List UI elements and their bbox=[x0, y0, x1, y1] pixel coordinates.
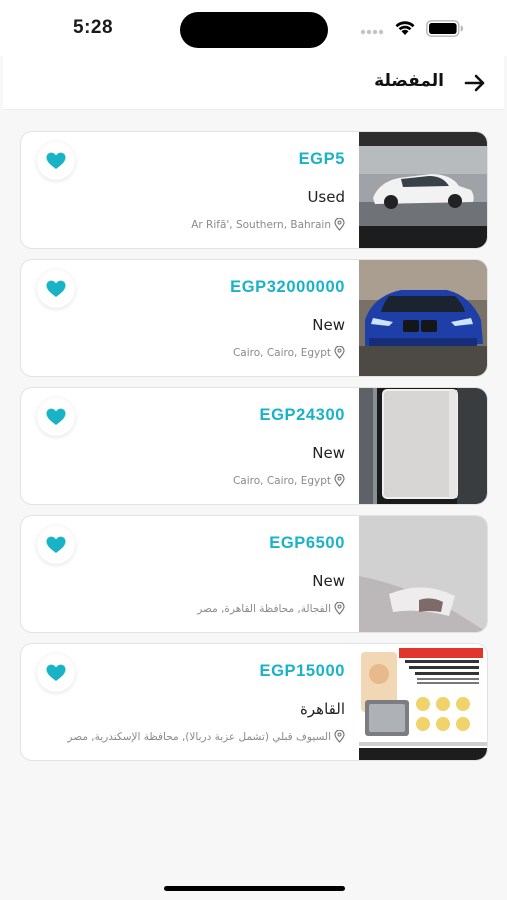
item-price: EGP6500 bbox=[269, 534, 345, 552]
location-text: Ar Rifā', Southern, Bahrain bbox=[191, 218, 331, 231]
arrow-right-icon bbox=[464, 74, 485, 92]
item-price: EGP15000 bbox=[259, 662, 345, 680]
status-time: 5:28 bbox=[73, 17, 114, 38]
favorite-toggle-button[interactable] bbox=[37, 654, 75, 692]
heart-icon bbox=[46, 664, 66, 681]
location-text: السيوف قبلي (تشمل عزبة دربالا), محافظة ا… bbox=[67, 730, 331, 743]
dynamic-island bbox=[180, 12, 328, 48]
item-location: السيوف قبلي (تشمل عزبة دربالا), محافظة ا… bbox=[67, 730, 345, 743]
cellular-signal-icon bbox=[360, 29, 384, 35]
location-text: Cairo, Cairo, Egypt bbox=[232, 474, 331, 487]
location-pin-icon bbox=[334, 346, 345, 359]
item-image-blue-car[interactable] bbox=[359, 260, 487, 376]
favorite-card[interactable]: EGP32000000 New Cairo, Cairo, Egypt bbox=[20, 259, 488, 377]
favorite-toggle-button[interactable] bbox=[37, 270, 75, 308]
item-location: Cairo, Cairo, Egypt bbox=[233, 346, 345, 359]
home-indicator bbox=[164, 886, 345, 891]
favorites-list: EGP5 Used Ar Rifā', Southern, Bahrain EG… bbox=[20, 131, 488, 771]
location-text: الفجالة, محافظة القاهرة, مصر bbox=[197, 602, 331, 615]
item-condition: Used bbox=[307, 188, 345, 206]
item-image-promo-flyer[interactable] bbox=[359, 644, 487, 760]
page-title: المفضلة bbox=[374, 71, 444, 91]
favorite-card[interactable]: EGP5 Used Ar Rifā', Southern, Bahrain bbox=[20, 131, 488, 249]
battery-icon bbox=[426, 20, 463, 37]
favorite-toggle-button[interactable] bbox=[37, 398, 75, 436]
location-pin-icon bbox=[334, 218, 345, 231]
item-image-light-device[interactable] bbox=[359, 516, 487, 632]
item-condition: القاهرة bbox=[300, 700, 345, 718]
favorite-card[interactable]: EGP6500 New الفجالة, محافظة القاهرة, مصر bbox=[20, 515, 488, 633]
item-condition: New bbox=[312, 572, 345, 590]
item-price: EGP32000000 bbox=[230, 278, 345, 296]
location-pin-icon bbox=[334, 602, 345, 615]
item-condition: New bbox=[312, 316, 345, 334]
heart-icon bbox=[46, 408, 66, 425]
app-header: المفضلة bbox=[3, 56, 504, 110]
item-condition: New bbox=[312, 444, 345, 462]
item-price: EGP24300 bbox=[259, 406, 345, 424]
back-button[interactable] bbox=[462, 70, 488, 96]
heart-icon bbox=[46, 152, 66, 169]
heart-icon bbox=[46, 280, 66, 297]
item-price: EGP5 bbox=[298, 150, 345, 168]
item-image-white-car[interactable] bbox=[359, 132, 487, 248]
favorite-toggle-button[interactable] bbox=[37, 142, 75, 180]
favorite-card[interactable]: EGP24300 New Cairo, Cairo, Egypt bbox=[20, 387, 488, 505]
item-location: Ar Rifā', Southern, Bahrain bbox=[191, 218, 345, 231]
item-location: الفجالة, محافظة القاهرة, مصر bbox=[197, 602, 345, 615]
item-image-appliance[interactable] bbox=[359, 388, 487, 504]
location-pin-icon bbox=[334, 730, 345, 743]
favorite-card[interactable]: EGP15000 القاهرة السيوف قبلي (تشمل عزبة … bbox=[20, 643, 488, 761]
location-text: Cairo, Cairo, Egypt bbox=[232, 346, 331, 359]
favorite-toggle-button[interactable] bbox=[37, 526, 75, 564]
status-bar: 5:28 bbox=[0, 0, 507, 56]
wifi-icon bbox=[395, 21, 415, 35]
item-location: Cairo, Cairo, Egypt bbox=[233, 474, 345, 487]
location-pin-icon bbox=[334, 474, 345, 487]
heart-icon bbox=[46, 536, 66, 553]
